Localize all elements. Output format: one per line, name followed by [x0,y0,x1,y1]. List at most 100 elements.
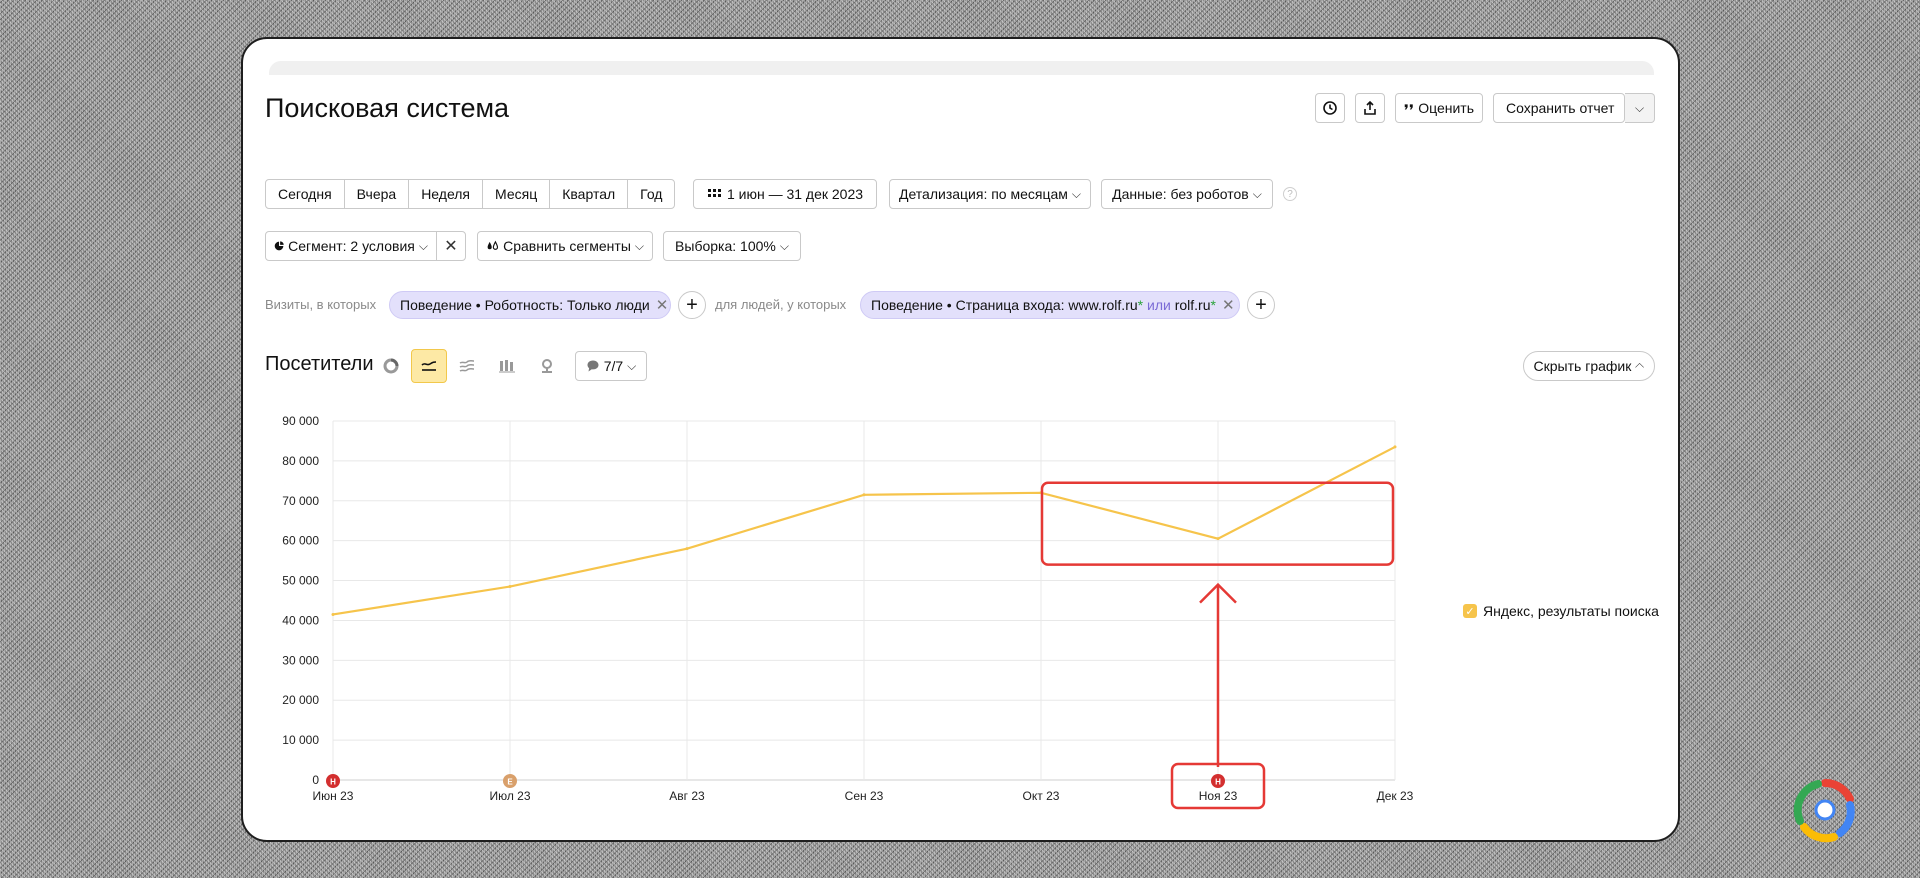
detail-dropdown[interactable]: Детализация: по месяцам ⌵ [889,179,1091,209]
chart-section-title: Посетители [265,353,374,375]
area-chart-toggle[interactable] [449,349,485,383]
legend-series-label: Яндекс, результаты поиска [1483,603,1659,619]
segment-dropdown[interactable]: Сегмент: 2 условия ⌵ [265,231,437,261]
data-point [1039,491,1043,495]
period-year[interactable]: Год [627,180,674,208]
map-toggle[interactable] [529,349,565,383]
line-chart-icon [421,361,437,371]
add-visit-filter-button[interactable]: + [678,291,706,319]
segment-clear-button[interactable]: ✕ [436,231,466,261]
highlight-label-box [1170,762,1266,810]
compare-segments-dropdown[interactable]: Сравнить сегменты ⌵ [477,231,653,261]
line-chart-toggle[interactable] [411,349,447,383]
chevron-down-icon: ⌵ [418,238,428,253]
x-tick-label: Сен 23 [845,789,884,803]
y-tick-label: 50 000 [282,574,319,588]
chevron-down-icon: ⌵ [1071,186,1082,201]
annotations-dropdown[interactable]: 7/7 ⌵ [575,351,647,381]
close-icon[interactable]: ✕ [656,296,669,314]
series-line [332,445,1396,616]
rate-icon [1404,104,1413,110]
date-range-button[interactable]: 1 июн — 31 дек 2023 [693,179,877,209]
export-button[interactable] [1355,93,1385,123]
data-point [508,585,512,589]
data-point [862,493,866,497]
filter-chip-robots-label: Поведение • Роботность: Только люди [400,297,650,313]
data-mode-label: Данные: без роботов [1112,186,1249,202]
chevron-down-icon: ⌵ [1252,186,1262,201]
history-button[interactable] [1315,93,1345,123]
bar-chart-toggle[interactable] [489,349,525,383]
map-pin-icon [542,359,552,373]
comment-icon [587,360,599,372]
calendar-icon [707,189,721,197]
period-selector: Сегодня Вчера Неделя Месяц Квартал Год [265,179,676,209]
period-week[interactable]: Неделя [408,180,482,208]
sample-dropdown[interactable]: Выборка: 100% ⌵ [663,231,801,261]
period-yesterday[interactable]: Вчера [343,180,409,208]
area-chart-icon [459,360,475,372]
page-title: Поисковая система [265,93,510,123]
data-point [1393,445,1397,449]
visitors-line-chart: 0 10 000 20 000 30 000 40 000 50 000 60 000 70 … [282,414,1414,810]
annotation-marker-letter: Н [330,778,336,787]
plus-icon: + [686,293,698,316]
detail-label: Детализация: по месяцам [898,186,1068,202]
or-label: или [1143,297,1175,313]
x-tick-label: Дек 23 [1377,789,1414,803]
data-point [685,547,689,551]
check-icon[interactable]: ✓ [1463,604,1477,618]
bar-chart-icon [499,360,515,373]
pie-chart-toggle[interactable] [373,349,409,383]
y-tick-label: 0 [312,773,319,787]
add-people-filter-button[interactable]: + [1247,291,1275,319]
highlight-box [1040,481,1395,566]
annotation-marker [1211,774,1225,788]
top-strip [269,61,1654,75]
entry-page-value-a: Поведение • Страница входа: www.rolf.ru [871,297,1138,313]
brand-logo [1793,778,1855,843]
y-tick-label: 10 000 [282,733,319,747]
filter-chip-robots[interactable]: Поведение • Роботность: Только люди ✕ [389,291,671,319]
rate-button[interactable]: Оценить [1395,93,1483,123]
period-quarter[interactable]: Квартал [549,180,627,208]
chart-legend[interactable]: ✓ Яндекс, результаты поиска [1463,603,1659,619]
y-tick-label: 60 000 [282,534,319,548]
annotation-marker-letter: Е [507,778,513,787]
close-icon[interactable]: ✕ [1222,296,1235,314]
data-mode-dropdown[interactable]: Данные: без роботов ⌵ [1101,179,1273,209]
plus-icon: + [1255,293,1267,316]
export-icon [1364,100,1376,115]
chevron-down-icon: ⌵ [627,358,637,373]
chevron-down-icon: ⌵ [1634,100,1645,115]
y-tick-label: 90 000 [282,414,319,428]
wildcard-star: * [1210,297,1216,313]
pie-chart-icon [383,358,399,374]
sample-label: Выборка: 100% [675,238,776,254]
date-range-label: 1 июн — 31 дек 2023 [726,186,864,202]
help-icon[interactable]: ? [1283,187,1297,201]
period-month[interactable]: Месяц [482,180,549,208]
y-tick-label: 70 000 [282,494,319,508]
filter-prefix-people: для людей, у которых [715,297,847,312]
save-options-button[interactable]: ⌵ [1625,93,1655,123]
close-icon: ✕ [444,238,458,255]
annotation-marker [503,774,517,788]
y-tick-label: 20 000 [282,693,319,707]
y-tick-label: 40 000 [282,613,319,627]
x-tick-label: Июл 23 [489,789,530,803]
filter-chip-entry-page[interactable]: Поведение • Страница входа: www.rolf.ru *… [860,291,1240,319]
hide-chart-label: Скрыть график [1533,358,1632,374]
chevron-down-icon: ⌵ [634,238,644,253]
drops-icon [487,240,499,250]
hide-chart-button[interactable]: Скрыть график ⌵ [1523,351,1655,381]
y-tick-label: 30 000 [282,653,319,667]
compare-label: Сравнить сегменты [503,238,631,254]
chevron-up-icon: ⌵ [1635,359,1645,374]
save-report-button[interactable]: Сохранить отчет [1493,93,1625,123]
data-point [1216,537,1220,541]
annotation-marker [326,774,340,788]
period-today[interactable]: Сегодня [266,180,344,208]
data-point [331,612,335,616]
history-icon [1323,101,1337,115]
